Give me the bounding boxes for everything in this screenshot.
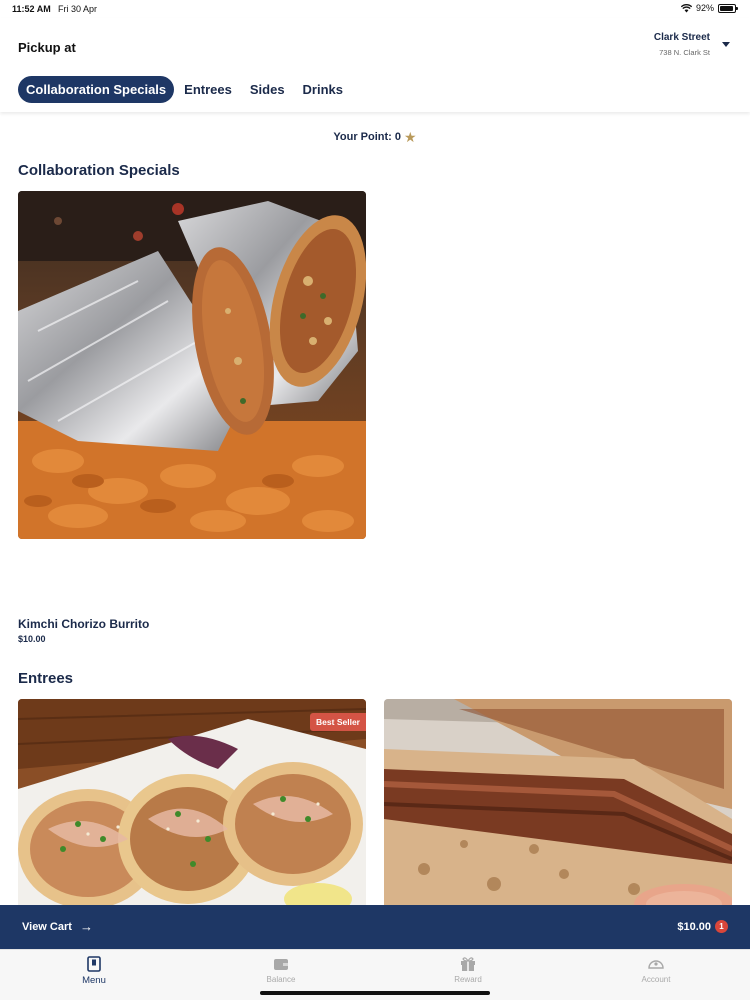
battery-icon xyxy=(718,3,738,13)
item-name[interactable]: Kimchi Chorizo Burrito xyxy=(18,617,149,631)
category-tabs: Collaboration Specials Entrees Sides Dri… xyxy=(18,76,351,103)
menu-book-icon xyxy=(54,956,134,972)
points-row: Your Point: 0 ★ xyxy=(0,130,750,144)
store-address: 738 N. Clark St xyxy=(659,48,710,57)
store-name: Clark Street xyxy=(653,32,710,43)
star-icon: ★ xyxy=(404,129,417,145)
wifi-icon xyxy=(680,3,692,13)
cart-bar[interactable]: View Cart → $10.00 1 xyxy=(0,905,750,949)
store-selector[interactable]: Clark Street 738 N. Clark St xyxy=(654,32,730,57)
chevron-down-icon[interactable] xyxy=(722,42,730,47)
account-icon xyxy=(616,956,696,972)
item-photo-tacos[interactable]: Best Seller xyxy=(18,699,366,905)
status-indicators: 92% xyxy=(680,3,738,13)
cart-total-amount: $10.00 xyxy=(677,920,711,933)
wallet-icon xyxy=(241,956,321,972)
nav-label-menu: Menu xyxy=(82,975,106,986)
section-title-entrees: Entrees xyxy=(18,670,74,687)
nav-label-reward: Reward xyxy=(454,975,482,984)
points-label: Your Point: 0 xyxy=(333,131,402,143)
nav-item-menu[interactable]: Menu xyxy=(54,956,134,986)
tab-drinks[interactable]: Drinks xyxy=(295,76,351,103)
status-time: 11:52 AM xyxy=(12,4,51,14)
tab-entrees[interactable]: Entrees xyxy=(176,76,240,103)
section-title-collaboration-specials: Collaboration Specials xyxy=(18,162,180,179)
item-price: $10.00 xyxy=(18,634,46,644)
best-seller-badge: Best Seller xyxy=(310,713,366,731)
pickup-label: Pickup at xyxy=(18,40,76,55)
cart-total: $10.00 1 xyxy=(677,920,728,933)
nav-item-account[interactable]: Account xyxy=(616,956,696,984)
view-cart-button[interactable]: View Cart → xyxy=(22,920,93,933)
tab-sides[interactable]: Sides xyxy=(242,76,293,103)
nav-item-reward[interactable]: Reward xyxy=(428,956,508,984)
item-photo-quesadilla[interactable] xyxy=(384,699,732,905)
nav-label-account: Account xyxy=(641,975,671,984)
gift-icon xyxy=(428,956,508,972)
menu-content[interactable]: Your Point: 0 ★ Collaboration Specials K… xyxy=(0,112,750,905)
nav-item-balance[interactable]: Balance xyxy=(241,956,321,984)
arrow-right-icon: → xyxy=(79,919,93,934)
status-date: Fri 30 Apr xyxy=(58,4,98,14)
battery-percent: 92% xyxy=(695,3,714,13)
home-indicator xyxy=(260,991,490,995)
item-photo-kimchi-chorizo-burrito[interactable] xyxy=(18,191,366,539)
nav-label-balance: Balance xyxy=(266,975,296,984)
tab-collaboration-specials[interactable]: Collaboration Specials xyxy=(18,76,175,103)
view-cart-label: View Cart xyxy=(22,920,72,933)
header: Pickup at Clark Street 738 N. Clark St C… xyxy=(0,18,750,112)
cart-count-badge: 1 xyxy=(715,920,728,933)
status-bar: 11:52 AM Fri 30 Apr 92% xyxy=(0,0,750,18)
